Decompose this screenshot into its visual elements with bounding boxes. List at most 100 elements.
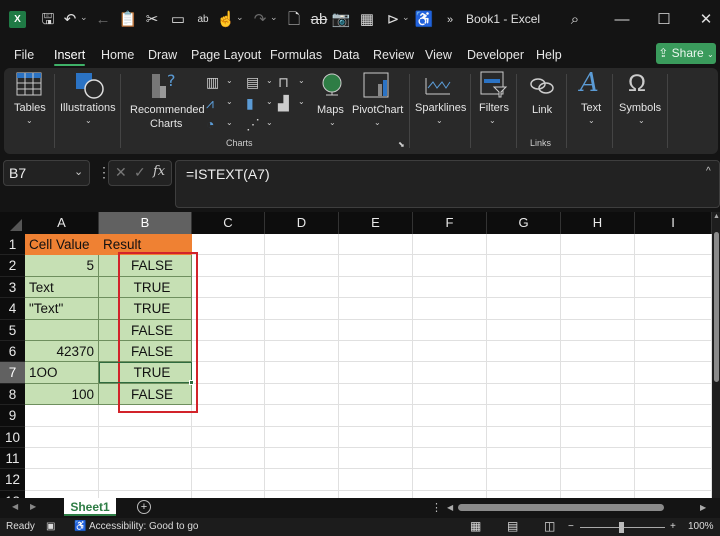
enter-icon[interactable]: ✓ bbox=[134, 164, 146, 181]
cell-a11[interactable] bbox=[25, 448, 99, 470]
cell-g9[interactable] bbox=[487, 405, 561, 427]
cell-a13[interactable] bbox=[25, 490, 99, 498]
touch-mode-dropdown-icon[interactable]: ⌄ bbox=[236, 12, 244, 23]
line-chart-icon[interactable]: ⩘ bbox=[206, 95, 214, 112]
add-sheet-button[interactable]: + bbox=[137, 500, 151, 514]
cell-a10[interactable] bbox=[25, 426, 99, 448]
page-layout-view-icon[interactable]: ▤ bbox=[507, 519, 518, 533]
column-header-h[interactable]: H bbox=[561, 212, 635, 234]
cell-f5[interactable] bbox=[413, 319, 487, 341]
cell-f9[interactable] bbox=[413, 405, 487, 427]
cell-h6[interactable] bbox=[561, 341, 635, 363]
cell-d13[interactable] bbox=[265, 490, 339, 498]
spelling-icon[interactable]: ab bbox=[193, 10, 213, 30]
cell-c7[interactable] bbox=[192, 362, 265, 384]
share-button[interactable]: ⇪ Share ⌄ bbox=[656, 43, 716, 64]
cell-c4[interactable] bbox=[192, 298, 265, 320]
chevron-up-icon[interactable]: ^ bbox=[706, 166, 711, 177]
cell-a9[interactable] bbox=[25, 405, 99, 427]
tab-home[interactable]: Home bbox=[101, 48, 134, 62]
hierarchy-chart-icon[interactable]: ▤ bbox=[246, 74, 259, 91]
cell-h2[interactable] bbox=[561, 255, 635, 277]
vertical-scroll-thumb[interactable] bbox=[714, 232, 719, 382]
save-icon[interactable]: 🖫 bbox=[38, 10, 58, 30]
paste-icon[interactable]: 📋 bbox=[118, 10, 138, 30]
cell-c9[interactable] bbox=[192, 405, 265, 427]
cell-a6[interactable]: 42370 bbox=[25, 341, 99, 363]
next-sheet-icon[interactable]: ▶ bbox=[30, 502, 36, 511]
cell-i7[interactable] bbox=[635, 362, 712, 384]
cell-i6[interactable] bbox=[635, 341, 712, 363]
cell-a8[interactable]: 100 bbox=[25, 383, 99, 406]
filters-button[interactable]: Filters bbox=[479, 102, 509, 114]
cell-a5[interactable] bbox=[25, 319, 99, 341]
recommended-charts-icon[interactable]: ? bbox=[150, 72, 180, 100]
illustrations-button[interactable]: Illustrations bbox=[60, 102, 116, 114]
cell-a3[interactable]: Text bbox=[25, 276, 99, 299]
cell-d8[interactable] bbox=[265, 383, 339, 406]
tab-file[interactable]: File bbox=[14, 48, 34, 62]
cell-d3[interactable] bbox=[265, 276, 339, 299]
cell-c1[interactable] bbox=[192, 234, 265, 256]
cell-h1[interactable] bbox=[561, 234, 635, 256]
cell-h4[interactable] bbox=[561, 298, 635, 320]
cell-g4[interactable] bbox=[487, 298, 561, 320]
cell-c2[interactable] bbox=[192, 255, 265, 277]
column-header-d[interactable]: D bbox=[265, 212, 339, 234]
cell-a4[interactable]: "Text" bbox=[25, 298, 99, 320]
cell-g12[interactable] bbox=[487, 469, 561, 491]
text-icon[interactable]: A bbox=[580, 68, 599, 98]
cell-h3[interactable] bbox=[561, 276, 635, 299]
cell-c12[interactable] bbox=[192, 469, 265, 491]
macro-record-icon[interactable]: ▣ bbox=[46, 521, 55, 532]
column-header-i[interactable]: I bbox=[635, 212, 712, 234]
close-button[interactable]: ✕ bbox=[694, 8, 718, 32]
cell-e7[interactable] bbox=[339, 362, 413, 384]
column-header-e[interactable]: E bbox=[339, 212, 413, 234]
prev-sheet-icon[interactable]: ◀ bbox=[12, 502, 18, 511]
tab-draw[interactable]: Draw bbox=[148, 48, 177, 62]
tables-button[interactable]: Tables bbox=[14, 102, 46, 114]
cell-g5[interactable] bbox=[487, 319, 561, 341]
cell-e4[interactable] bbox=[339, 298, 413, 320]
cell-d5[interactable] bbox=[265, 319, 339, 341]
zoom-out-button[interactable]: − bbox=[568, 521, 574, 532]
combo-chart-icon[interactable]: ▟ bbox=[278, 95, 289, 112]
touch-mode-icon[interactable]: ☝ bbox=[216, 10, 236, 30]
overflow-icon[interactable]: » bbox=[440, 10, 460, 30]
filters-icon[interactable] bbox=[480, 71, 508, 99]
column-header-b[interactable]: B bbox=[99, 212, 192, 234]
cut-icon[interactable]: ✂ bbox=[142, 10, 162, 30]
cell-f10[interactable] bbox=[413, 426, 487, 448]
cell-i1[interactable] bbox=[635, 234, 712, 256]
sparklines-icon[interactable] bbox=[424, 74, 452, 96]
cell-b13[interactable] bbox=[99, 490, 192, 498]
cell-e12[interactable] bbox=[339, 469, 413, 491]
column-header-f[interactable]: F bbox=[413, 212, 487, 234]
cell-c11[interactable] bbox=[192, 448, 265, 470]
cell-f4[interactable] bbox=[413, 298, 487, 320]
dialog-launcher-icon[interactable]: ⬊ bbox=[398, 140, 405, 149]
tab-formulas[interactable]: Formulas bbox=[270, 48, 322, 62]
cell-i8[interactable] bbox=[635, 383, 712, 406]
pie-chart-icon[interactable]: ◔ bbox=[206, 116, 214, 132]
column-header-g[interactable]: G bbox=[487, 212, 561, 234]
cell-e13[interactable] bbox=[339, 490, 413, 498]
row-header-10[interactable]: 10 bbox=[0, 426, 25, 448]
cell-f1[interactable] bbox=[413, 234, 487, 256]
waterfall-chart-icon[interactable]: ⊓ bbox=[278, 74, 289, 91]
cell-f7[interactable] bbox=[413, 362, 487, 384]
redo-dropdown-icon[interactable]: ⌄ bbox=[270, 12, 278, 23]
maps-button[interactable]: Maps bbox=[317, 104, 344, 116]
cell-d1[interactable] bbox=[265, 234, 339, 256]
cell-e2[interactable] bbox=[339, 255, 413, 277]
tab-developer[interactable]: Developer bbox=[467, 48, 524, 62]
form-icon[interactable]: ▦ bbox=[357, 10, 377, 30]
cell-i2[interactable] bbox=[635, 255, 712, 277]
tab-review[interactable]: Review bbox=[373, 48, 414, 62]
row-header-4[interactable]: 4 bbox=[0, 298, 25, 320]
tab-help[interactable]: Help bbox=[536, 48, 562, 62]
name-box-dropdown-icon[interactable]: ⌄ bbox=[74, 165, 83, 178]
cell-h8[interactable] bbox=[561, 383, 635, 406]
accessibility-checker-icon[interactable]: ♿ bbox=[414, 10, 434, 30]
